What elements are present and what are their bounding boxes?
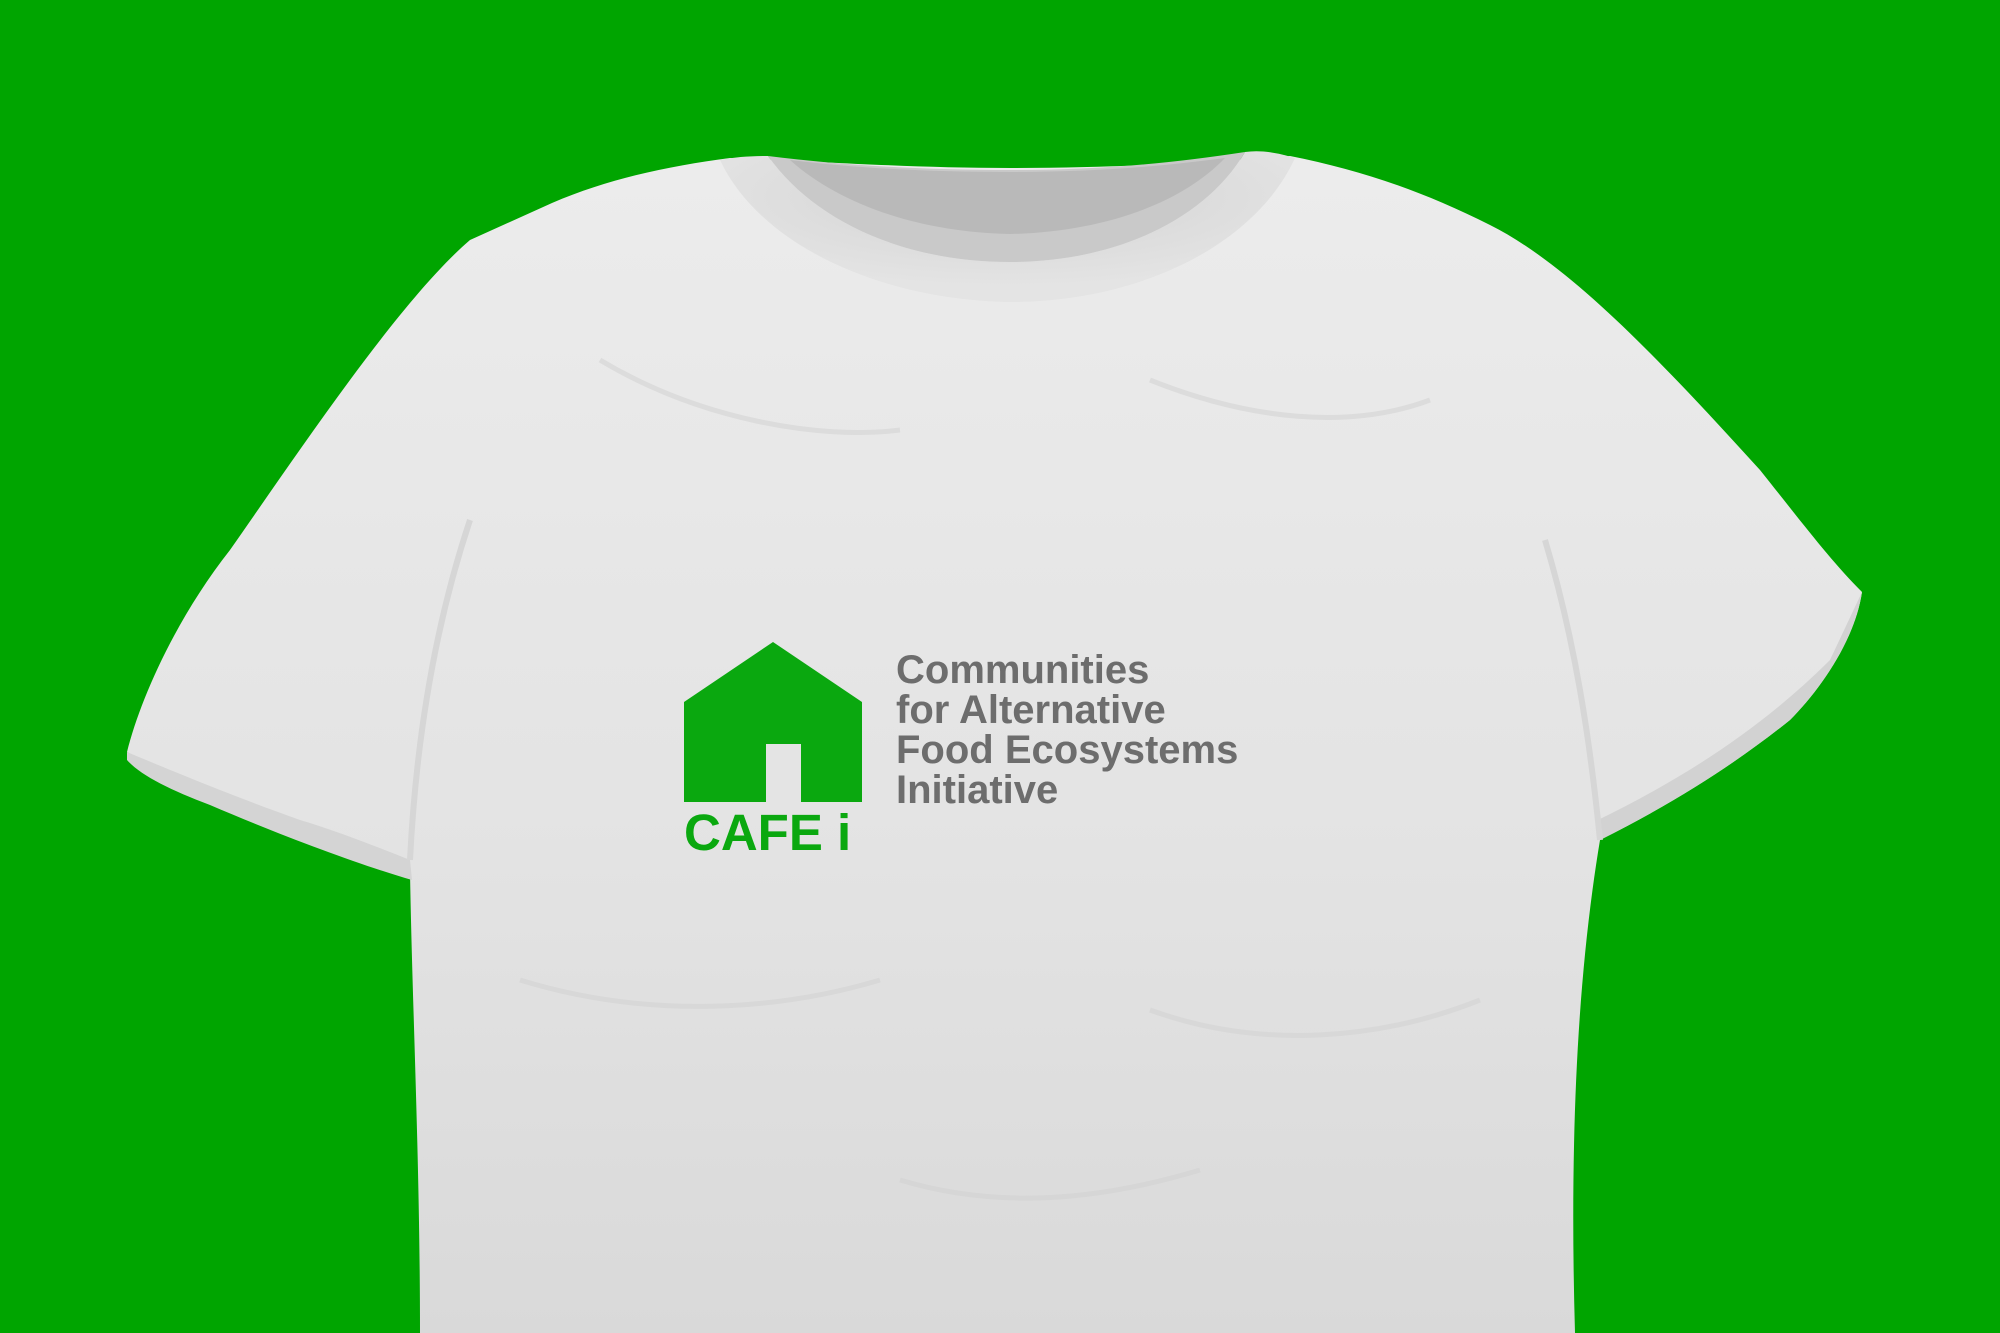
organization-name: Communities for Alternative Food Ecosyst… — [896, 650, 1336, 810]
cafe-i-logo: CAFE i Communities for Alternative Food … — [684, 642, 1324, 867]
cafe-i-wordmark: CAFE i — [684, 804, 852, 861]
tagline-line-2: for Alternative — [896, 688, 1166, 732]
tagline-line-3: Food Ecosystems — [896, 728, 1239, 772]
tagline-line-4: Initiative — [896, 768, 1059, 812]
house-icon — [684, 642, 862, 802]
tagline-line-1: Communities — [896, 648, 1150, 692]
product-photo: CAFE i Communities for Alternative Food … — [0, 0, 2000, 1333]
